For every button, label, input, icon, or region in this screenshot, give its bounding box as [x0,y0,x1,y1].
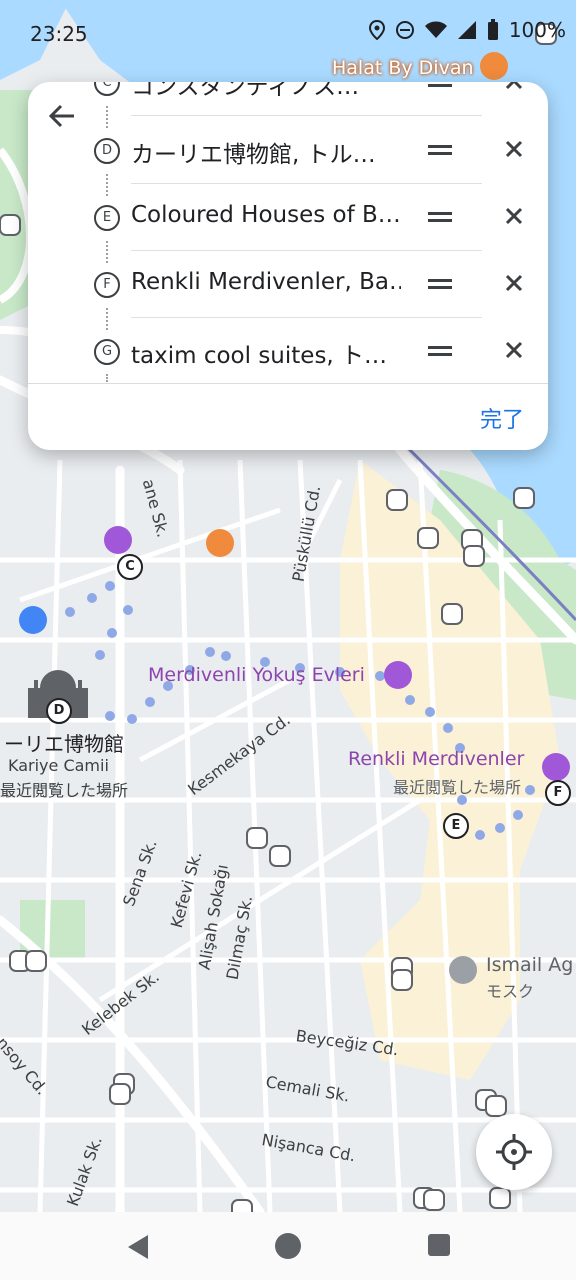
stop-letter-badge: C [94,82,120,96]
waypoint-marker-d[interactable]: D [46,698,72,724]
shop-pin [19,606,47,634]
poi-label-mosque: モスク [486,982,535,1001]
waypoint-marker-c[interactable]: C [117,554,143,580]
photo-pin-1 [384,661,412,689]
row-divider [131,317,482,318]
stop-letter-badge: F [94,272,120,298]
stop-letter-badge: G [94,339,120,365]
drag-handle-icon[interactable] [428,142,452,158]
crosshair-icon [496,1134,532,1170]
waypoint-marker-e[interactable]: E [443,813,469,839]
close-icon[interactable] [502,338,526,362]
row-divider [131,250,482,251]
battery-percentage: 100% [508,18,566,42]
do-not-disturb-icon [395,21,414,39]
route-edit-card: C コンスタンティノス… D カーリエ博物館, トル… E Coloured H… [28,82,548,450]
poi-label-recent-1: 最近閲覧した場所 [393,778,522,797]
status-icons: 100% [368,18,566,42]
stop-label[interactable]: taxim cool suites, ト… [131,336,401,370]
home-nav-icon[interactable] [274,1232,302,1260]
stop-label[interactable]: コンスタンティノス… [131,82,401,101]
my-location-button[interactable] [476,1114,552,1190]
poi-label-kariye-camii: Kariye Camii [8,756,109,775]
route-connector [106,374,110,382]
row-divider [131,115,482,116]
poi-label-renkli[interactable]: Renkli Merdivenler [348,748,524,770]
row-divider [131,183,482,184]
status-time: 23:25 [30,22,88,46]
close-icon[interactable] [502,271,526,295]
signal-icon [457,21,476,39]
back-nav-icon[interactable] [126,1234,150,1260]
poi-label-kariye-museum[interactable]: ーリエ博物館 [4,728,124,757]
stop-letter-badge: E [94,205,120,231]
system-navigation-bar [0,1212,576,1280]
stop-label[interactable]: Coloured Houses of B… [131,202,401,228]
drag-handle-icon[interactable] [428,209,452,225]
card-divider [28,383,548,384]
close-icon[interactable] [502,82,526,93]
drag-handle-icon[interactable] [428,343,452,359]
stop-label[interactable]: カーリエ博物館, トル… [131,135,401,169]
poi-label-ismail[interactable]: Ismail Ag [486,954,573,976]
waypoint-marker-f[interactable]: F [545,780,571,806]
poi-label-recent-2: 最近閲覧した場所 [0,781,129,800]
poi-label-merdivenli[interactable]: Merdivenli Yokuş Evleri [148,664,365,686]
location-icon [368,20,385,40]
museum-pin [104,526,132,554]
restaurant-pin [206,529,234,557]
battery-icon [487,19,498,40]
done-button[interactable]: 完了 [480,402,524,434]
drag-handle-icon[interactable] [428,82,452,90]
photo-pin-2 [542,753,570,781]
drag-handle-icon[interactable] [428,276,452,292]
wifi-icon [424,21,447,38]
stop-letter-badge: D [94,138,120,164]
close-icon[interactable] [502,137,526,161]
mosque-pin [449,956,477,984]
stop-label[interactable]: Renkli Merdivenler, Ba… [131,269,401,295]
status-bar: 23:25 100% [0,0,576,70]
close-icon[interactable] [502,204,526,228]
recents-nav-icon[interactable] [428,1234,450,1256]
